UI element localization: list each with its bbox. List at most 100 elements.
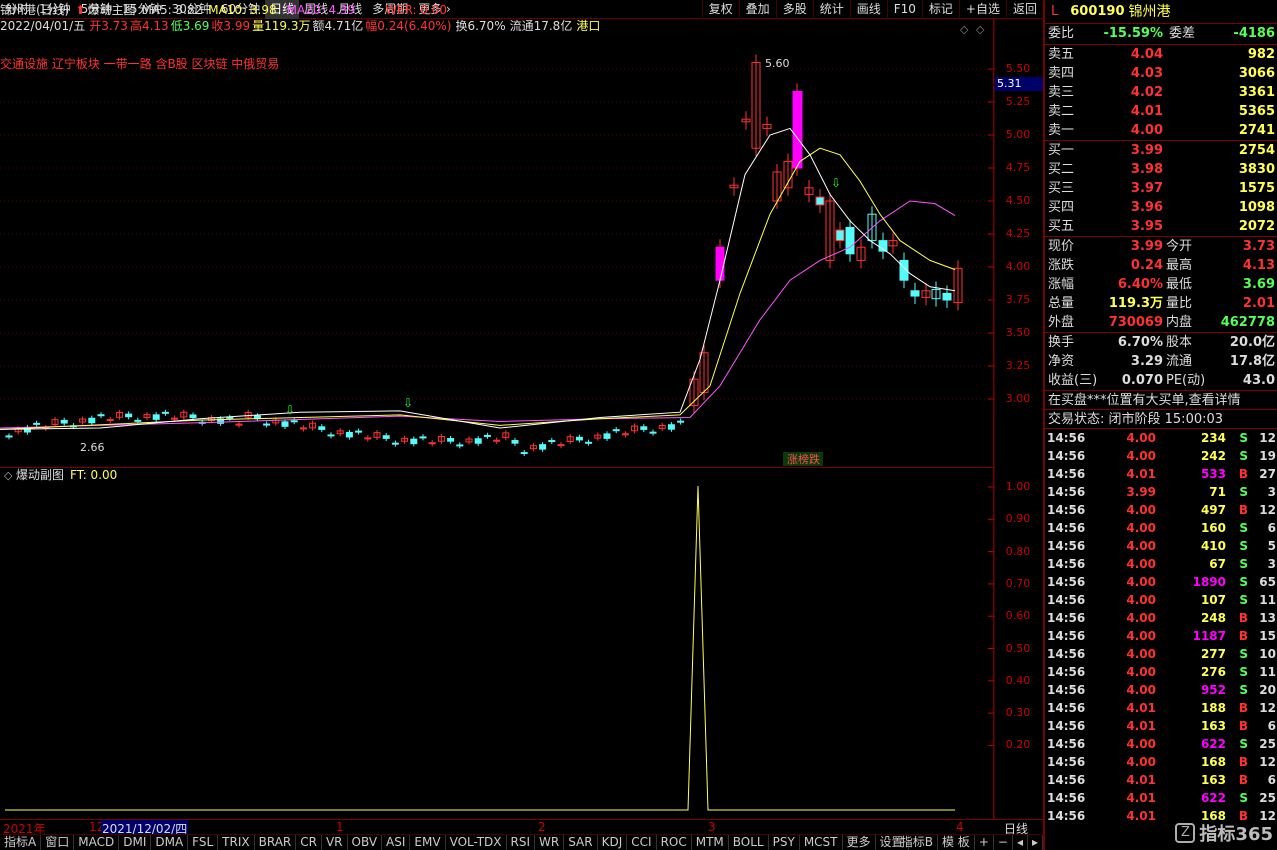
indicator-tab[interactable]: 更多: [843, 835, 876, 850]
concept-tags[interactable]: 交通设施 辽宁板块 一带一路 含B股 区块链 中俄贸易: [0, 57, 279, 71]
collapse-icon[interactable]: ◇: [4, 469, 13, 482]
stock-code: 600190: [1070, 4, 1125, 19]
ask-row[interactable]: 卖一 4.00 2741: [1045, 121, 1277, 140]
tick-time: 14:56: [1047, 557, 1086, 571]
tick-price: 4.00: [1126, 611, 1156, 625]
ask-book: 卖五 4.04 982 卖四 4.03 3066 卖三 4.02 3361 卖二 4.01 5365 卖…: [1045, 45, 1277, 141]
stat-row: 涨幅 6.40% 最低 3.69: [1045, 275, 1277, 294]
ask-row[interactable]: 卖五 4.04 982: [1045, 45, 1277, 64]
indicator-tab[interactable]: 指标A: [0, 835, 42, 850]
indicator-b-tab[interactable]: 指标B: [897, 835, 938, 850]
sector-tag[interactable]: 港口: [576, 19, 600, 33]
indicator-tab[interactable]: EMV: [410, 835, 446, 850]
indicator-tab[interactable]: KDJ: [598, 835, 628, 850]
tick-direction: S: [1239, 485, 1248, 499]
tick-volume: 107: [1200, 593, 1226, 607]
chevron-left-icon[interactable]: ◂: [1013, 835, 1028, 850]
stat-label: 净资: [1048, 354, 1075, 369]
indicator-chart[interactable]: ◇ 爆动副图 FT: 0.00: [0, 467, 995, 819]
minus-icon[interactable]: −: [994, 835, 1013, 850]
indicator-tab[interactable]: VR: [322, 835, 348, 850]
indicator-tick: 0.70: [1005, 576, 1031, 590]
bid-row[interactable]: 买一 3.99 2754: [1045, 141, 1277, 160]
indicator-tab[interactable]: CCI: [627, 835, 657, 850]
toolbar-tools: 复权 叠加 多股 统计 画线 F10 标记 +自选 返回: [701, 0, 1043, 19]
buy-signal-icon: ⇩: [831, 176, 841, 190]
tool-button[interactable]: 复权: [701, 0, 739, 19]
big-order-notice[interactable]: 在买盘***位置有大买单,查看详情: [1045, 391, 1277, 410]
tick-list[interactable]: 14:56 4.00 234 S 12 14:56 4.00 242 S 19 14:56 4.01 5…: [1045, 429, 1277, 825]
indicator-tab[interactable]: WR: [535, 835, 565, 850]
candle-body: [410, 438, 418, 445]
level-volume: 1098: [1238, 200, 1275, 215]
main-indicator-name[interactable]: 爆动主图: [87, 3, 135, 17]
indicator-tab[interactable]: BOLL: [729, 835, 769, 850]
candlestick-chart[interactable]: ⇩ ⇩⇩ 5.60 2.66 涨榜跌 ◇ ◇: [0, 19, 995, 467]
tool-button[interactable]: +自选: [958, 0, 1006, 19]
tick-count: 20: [1259, 683, 1276, 697]
ask-row[interactable]: 卖三 4.02 3361: [1045, 83, 1277, 102]
tool-button[interactable]: 画线: [849, 0, 887, 19]
tick-count: 12: [1259, 701, 1276, 715]
tick-direction: B: [1238, 719, 1248, 733]
ask-row[interactable]: 卖四 4.03 3066: [1045, 64, 1277, 83]
indicator-tab[interactable]: MTM: [692, 835, 729, 850]
stat-value: 730069: [1108, 315, 1163, 330]
up-arrow-icon: ⬆: [75, 3, 86, 17]
tick-price: 4.00: [1126, 431, 1156, 445]
tick-price: 4.00: [1126, 647, 1156, 661]
indicator-tab[interactable]: FSL: [188, 835, 219, 850]
tick-time: 14:56: [1047, 611, 1086, 625]
tick-count: 25: [1259, 791, 1276, 805]
template-tab[interactable]: 模 板: [938, 835, 975, 850]
tick-row: 14:56 4.01 163 B 6: [1045, 717, 1277, 735]
stat-row: 涨跌 0.24 最高 4.13: [1045, 256, 1277, 275]
bid-row[interactable]: 买三 3.97 1575: [1045, 179, 1277, 198]
bid-row[interactable]: 买四 3.96 1098: [1045, 198, 1277, 217]
indicator-tab[interactable]: MACD: [74, 835, 120, 850]
tool-button[interactable]: 叠加: [738, 0, 776, 19]
level-volume: 2741: [1238, 123, 1275, 138]
tool-button[interactable]: 多股: [775, 0, 813, 19]
indicator-tab[interactable]: ASI: [382, 835, 411, 850]
stat-value: 43.0: [1242, 373, 1275, 388]
watermark-text: 指标365: [1199, 824, 1273, 845]
bid-row[interactable]: 买二 3.98 3830: [1045, 160, 1277, 179]
indicator-tab[interactable]: BRAR: [255, 835, 297, 850]
tick-volume: 160: [1200, 521, 1226, 535]
chevron-right-icon[interactable]: ▸: [1028, 835, 1043, 850]
tick-time: 14:56: [1047, 467, 1086, 481]
indicator-tab[interactable]: DMI: [119, 835, 152, 850]
tool-button[interactable]: 标记: [921, 0, 959, 19]
indicator-tab[interactable]: TRIX: [218, 835, 255, 850]
indicator-tab[interactable]: RSI: [507, 835, 536, 850]
indicator-tab[interactable]: VOL-TDX: [446, 835, 507, 850]
high-value: 高4.13: [129, 19, 169, 33]
tick-count: 6: [1267, 773, 1276, 787]
indicator-tab[interactable]: DMA: [151, 835, 189, 850]
tick-price: 4.01: [1126, 467, 1156, 481]
indicator-tab[interactable]: 窗口: [41, 835, 75, 850]
tool-button[interactable]: 统计: [812, 0, 850, 19]
tick-price: 4.00: [1126, 665, 1156, 679]
stat-label: 量比: [1166, 296, 1193, 311]
indicator-tab[interactable]: MCST: [800, 835, 843, 850]
level-volume: 2754: [1238, 143, 1275, 158]
indicator-tab[interactable]: SAR: [564, 835, 598, 850]
add-icon[interactable]: +: [975, 835, 994, 850]
candle-body: [640, 426, 648, 430]
tick-direction: B: [1238, 773, 1248, 787]
tick-time: 14:56: [1047, 503, 1086, 517]
indicator-tab[interactable]: CR: [296, 835, 322, 850]
indicator-tab[interactable]: OBV: [348, 835, 383, 850]
tool-button[interactable]: F10: [886, 0, 922, 19]
price-tick: 4.25: [1005, 227, 1031, 240]
level-label: 买三: [1048, 181, 1075, 196]
tool-button[interactable]: 返回: [1005, 0, 1043, 19]
bid-row[interactable]: 买五 3.95 2072: [1045, 217, 1277, 236]
ask-row[interactable]: 卖二 4.01 5365: [1045, 102, 1277, 121]
tick-time: 14:56: [1047, 773, 1086, 787]
indicator-tab[interactable]: ROC: [657, 835, 692, 850]
candle-body: [161, 411, 169, 414]
indicator-tab[interactable]: PSY: [769, 835, 800, 850]
